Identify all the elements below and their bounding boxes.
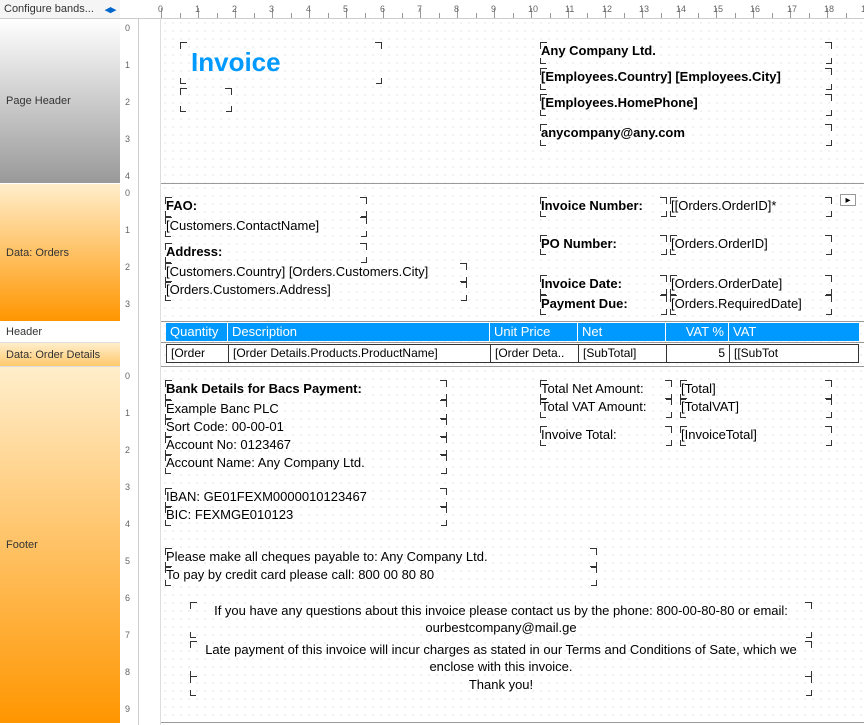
cheque-text[interactable]: Please make all cheques payable to: Any … xyxy=(166,549,596,567)
configure-bands-label: Configure bands... xyxy=(4,3,94,15)
band-data-orders[interactable]: Data: Orders xyxy=(0,184,120,322)
section-order-details[interactable]: [Order [Order Details.Products.ProductNa… xyxy=(161,343,864,367)
fao-value[interactable]: [Customers.ContactName] xyxy=(166,218,366,236)
address-line2[interactable]: [Orders.Customers.Address] xyxy=(166,282,466,300)
design-canvas[interactable]: Invoice Any Company Ltd. [Employees.Coun… xyxy=(161,19,864,725)
bands-panel: Configure bands... ◂▸ Page Header Data: … xyxy=(0,0,120,725)
late-payment-text[interactable]: Late payment of this invoice will incur … xyxy=(191,642,811,676)
iban[interactable]: IBAN: GE01FEXM0000010123467 xyxy=(166,489,446,507)
configure-bands-bar[interactable]: Configure bands... ◂▸ xyxy=(0,0,120,19)
total-vat-value[interactable]: [TotalVAT] xyxy=(681,399,831,417)
address-label[interactable]: Address: xyxy=(166,244,366,262)
section-page-header[interactable]: Invoice Any Company Ltd. [Employees.Coun… xyxy=(161,19,864,184)
section-data-orders[interactable]: ▸ FAO: [Customers.ContactName] Address: … xyxy=(161,184,864,322)
company-name[interactable]: Any Company Ltd. xyxy=(541,43,831,63)
company-country-city[interactable]: [Employees.Country] [Employees.City] xyxy=(541,69,831,89)
invoice-date-label[interactable]: Invoice Date: xyxy=(541,276,666,294)
section-header[interactable]: Quantity Description Unit Price Net VAT … xyxy=(161,322,864,343)
bank-line4[interactable]: Account Name: Any Company Ltd. xyxy=(166,455,446,473)
band-footer[interactable]: Footer xyxy=(0,367,120,724)
spacer-box[interactable] xyxy=(181,89,231,111)
payment-due-label[interactable]: Payment Due: xyxy=(541,296,666,314)
payment-due-value[interactable]: [Orders.RequiredDate] xyxy=(671,296,831,314)
bank-details-title[interactable]: Bank Details for Bacs Payment: xyxy=(166,381,446,399)
table-header-row[interactable]: Quantity Description Unit Price Net VAT … xyxy=(166,323,859,341)
address-line1[interactable]: [Customers.Country] [Orders.Customers.Ci… xyxy=(166,264,466,282)
fao-label[interactable]: FAO: xyxy=(166,198,366,216)
th-net: Net xyxy=(578,323,666,341)
credit-text[interactable]: To pay by credit card please call: 800 0… xyxy=(166,567,596,585)
band-header[interactable]: Header xyxy=(0,322,120,343)
bank-line2[interactable]: Sort Code: 00-00-01 xyxy=(166,419,446,437)
po-number-label[interactable]: PO Number: xyxy=(541,236,666,254)
th-vat: VAT xyxy=(729,323,859,341)
bic[interactable]: BIC: FEXMGE010123 xyxy=(166,507,446,525)
td-description: [Order Details.Products.ProductName] xyxy=(229,345,491,362)
td-quantity: [Order xyxy=(167,345,229,362)
invoice-title[interactable]: Invoice xyxy=(181,43,381,83)
td-net: [SubTotal] xyxy=(579,345,667,362)
invoice-total-value[interactable]: [InvoiceTotal] xyxy=(681,427,831,445)
band-page-header[interactable]: Page Header xyxy=(0,19,120,184)
po-number-value[interactable]: [Orders.OrderID] xyxy=(671,236,831,254)
total-vat-label[interactable]: Total VAT Amount: xyxy=(541,399,671,417)
ruler-vertical: 0123401230123456789 xyxy=(120,19,139,725)
bank-line3[interactable]: Account No: 0123467 xyxy=(166,437,446,455)
th-unit-price: Unit Price xyxy=(490,323,578,341)
th-vat-pct: VAT % xyxy=(666,323,729,341)
th-quantity: Quantity xyxy=(166,323,228,341)
td-vat: [[SubTot xyxy=(730,345,858,362)
th-description: Description xyxy=(228,323,490,341)
company-phone[interactable]: [Employees.HomePhone] xyxy=(541,95,831,115)
thank-you-text[interactable]: Thank you! xyxy=(191,677,811,695)
invoice-date-value[interactable]: [Orders.OrderDate] xyxy=(671,276,831,294)
ruler-horizontal: 012345678910111213141516171819 xyxy=(120,0,864,19)
collapse-arrows-icon[interactable]: ◂▸ xyxy=(105,3,116,16)
ruler-gap xyxy=(139,19,161,725)
band-order-details[interactable]: Data: Order Details xyxy=(0,343,120,367)
band-nav-arrow-icon[interactable]: ▸ xyxy=(840,194,856,206)
td-unit-price: [Order Deta.. xyxy=(491,345,579,362)
invoice-total-label[interactable]: Invoive Total: xyxy=(541,427,671,445)
invoice-number-label[interactable]: Invoice Number: xyxy=(541,198,666,216)
section-footer[interactable]: Bank Details for Bacs Payment: Example B… xyxy=(161,367,864,723)
company-email[interactable]: anycompany@any.com xyxy=(541,125,831,145)
invoice-number-value[interactable]: [[Orders.OrderID]* xyxy=(671,198,831,216)
table-row[interactable]: [Order [Order Details.Products.ProductNa… xyxy=(166,344,859,363)
total-net-value[interactable]: [Total] xyxy=(681,381,831,399)
contact-text[interactable]: If you have any questions about this inv… xyxy=(191,603,811,637)
total-net-label[interactable]: Total Net Amount: xyxy=(541,381,671,399)
bank-line1[interactable]: Example Banc PLC xyxy=(166,401,446,419)
td-vat-pct: 5 xyxy=(667,345,730,362)
